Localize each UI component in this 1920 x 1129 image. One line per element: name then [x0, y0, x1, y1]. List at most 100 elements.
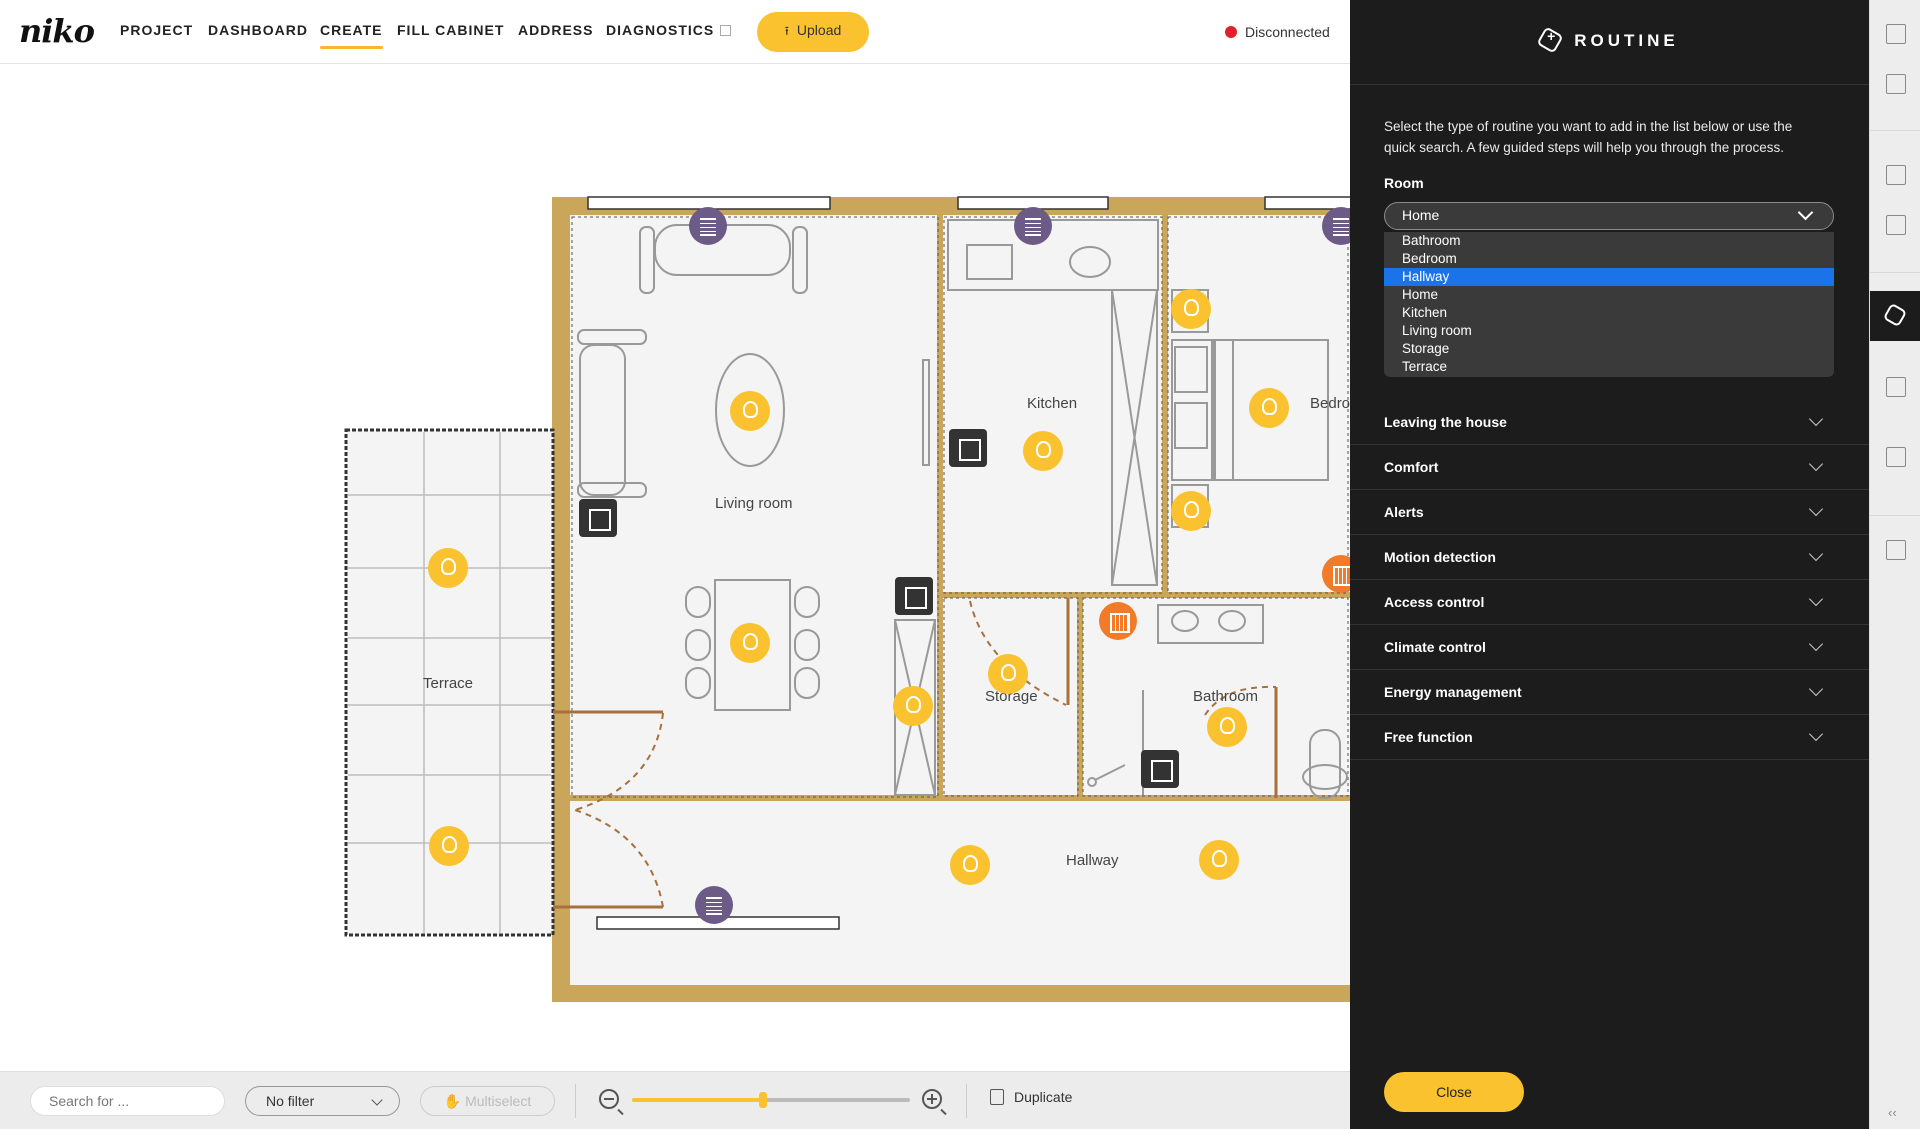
- room-option-terrace[interactable]: Terrace: [1384, 358, 1834, 376]
- routine-tab[interactable]: [1870, 291, 1920, 341]
- niko-logo[interactable]: niko: [19, 12, 95, 50]
- room-label-living-room[interactable]: Living room: [715, 495, 793, 512]
- light-bulb-icon[interactable]: [1199, 840, 1239, 880]
- room-label-kitchen[interactable]: Kitchen: [1027, 395, 1077, 412]
- toolbar-divider: [575, 1084, 576, 1118]
- category-label: Access control: [1384, 594, 1485, 610]
- duplicate-button[interactable]: Duplicate: [990, 1089, 1072, 1105]
- map-icon[interactable]: [1886, 74, 1906, 94]
- nav-project[interactable]: PROJECT: [120, 22, 193, 38]
- room-option-living-room[interactable]: Living room: [1384, 322, 1834, 340]
- room-option-kitchen[interactable]: Kitchen: [1384, 304, 1834, 322]
- filter-select[interactable]: No filter: [245, 1086, 400, 1116]
- light-bulb-icon[interactable]: [1171, 491, 1211, 531]
- room-label-hallway[interactable]: Hallway: [1066, 852, 1119, 869]
- routine-panel: ROUTINE Select the type of routine you w…: [1350, 0, 1869, 1129]
- category-comfort[interactable]: Comfort: [1350, 445, 1869, 490]
- close-button[interactable]: Close: [1384, 1072, 1524, 1112]
- nav-create[interactable]: CREATE: [320, 22, 383, 49]
- light-bulb-icon[interactable]: [1207, 707, 1247, 747]
- light-bulb-icon[interactable]: [1249, 388, 1289, 428]
- collapse-icon[interactable]: ‹‹: [1888, 1105, 1897, 1120]
- switch-icon[interactable]: [895, 577, 933, 615]
- multiselect-button[interactable]: ✋ Multiselect: [420, 1086, 555, 1116]
- switch-icon[interactable]: [949, 429, 987, 467]
- blinds-icon[interactable]: [695, 886, 733, 924]
- blinds-icon[interactable]: [1014, 207, 1052, 245]
- connections-icon[interactable]: [1886, 377, 1906, 397]
- category-motion-detection[interactable]: Motion detection: [1350, 535, 1869, 580]
- zoom-slider-handle[interactable]: [758, 1092, 767, 1108]
- category-leaving-the-house[interactable]: Leaving the house: [1350, 400, 1869, 445]
- room-option-bathroom[interactable]: Bathroom: [1384, 232, 1834, 250]
- multiselect-label: Multiselect: [465, 1093, 532, 1109]
- panel-title-text: ROUTINE: [1574, 31, 1679, 50]
- toolbar-divider: [966, 1084, 967, 1118]
- sidebar-divider: [1870, 272, 1920, 273]
- room-label-bedroom[interactable]: Bedro: [1310, 395, 1350, 412]
- top-navigation: niko PROJECT DASHBOARD CREATE FILL CABIN…: [0, 0, 1350, 64]
- category-label: Energy management: [1384, 684, 1522, 700]
- sidebar-divider: [1870, 515, 1920, 516]
- upload-label: Upload: [796, 21, 842, 38]
- add-device-icon[interactable]: [1886, 165, 1906, 185]
- room-option-storage[interactable]: Storage: [1384, 340, 1834, 358]
- blinds-icon[interactable]: [689, 207, 727, 245]
- chevron-down-icon: [1797, 204, 1814, 221]
- calendar-icon[interactable]: [1886, 447, 1906, 467]
- floorplan-canvas[interactable]: Living room Kitchen Bedro Terrace Storag…: [0, 65, 1350, 1071]
- zoom-in-icon[interactable]: [922, 1089, 947, 1116]
- floorplan-drawing: [344, 196, 1350, 1002]
- category-label: Comfort: [1384, 459, 1439, 475]
- light-bulb-icon[interactable]: [429, 826, 469, 866]
- room-option-hallway[interactable]: Hallway: [1384, 268, 1834, 286]
- light-bulb-icon[interactable]: [730, 623, 770, 663]
- room-option-home[interactable]: Home: [1384, 286, 1834, 304]
- light-bulb-icon[interactable]: [730, 391, 770, 431]
- light-bulb-icon[interactable]: [950, 845, 990, 885]
- category-label: Alerts: [1384, 504, 1424, 520]
- category-climate-control[interactable]: Climate control: [1350, 625, 1869, 670]
- nav-address[interactable]: ADDRESS: [518, 22, 593, 38]
- room-select[interactable]: Home: [1384, 202, 1834, 230]
- nav-dashboard[interactable]: DASHBOARD: [208, 22, 308, 38]
- add-group-icon[interactable]: [1886, 215, 1906, 235]
- right-tool-sidebar: ‹‹: [1869, 0, 1920, 1129]
- routine-add-icon: [1536, 26, 1564, 54]
- light-bulb-icon[interactable]: [893, 686, 933, 726]
- connection-status: Disconnected: [1225, 24, 1330, 40]
- light-bulb-icon[interactable]: [1171, 289, 1211, 329]
- zoom-slider[interactable]: [632, 1092, 910, 1108]
- room-dropdown-list: Bathroom Bedroom Hallway Home Kitchen Li…: [1384, 232, 1834, 377]
- fullscreen-icon[interactable]: [1886, 24, 1906, 44]
- nav-diagnostics-label: DIAGNOSTICS: [606, 22, 715, 38]
- category-label: Climate control: [1384, 639, 1486, 655]
- category-alerts[interactable]: Alerts: [1350, 490, 1869, 535]
- status-text: Disconnected: [1245, 24, 1330, 40]
- light-bulb-icon[interactable]: [428, 548, 468, 588]
- room-label-bathroom[interactable]: Bathroom: [1193, 688, 1258, 705]
- tools-icon[interactable]: [1886, 540, 1906, 560]
- category-energy-management[interactable]: Energy management: [1350, 670, 1869, 715]
- category-free-function[interactable]: Free function: [1350, 715, 1869, 760]
- switch-icon[interactable]: [579, 499, 617, 537]
- search-input[interactable]: [30, 1086, 225, 1116]
- category-label: Motion detection: [1384, 549, 1496, 565]
- heater-icon[interactable]: [1099, 602, 1137, 640]
- light-bulb-icon[interactable]: [1023, 431, 1063, 471]
- upload-button[interactable]: ⭱ Upload: [757, 12, 869, 52]
- room-select-value: Home: [1402, 207, 1440, 223]
- panel-description: Select the type of routine you want to a…: [1384, 119, 1793, 155]
- light-bulb-icon[interactable]: [988, 654, 1028, 694]
- category-label: Free function: [1384, 729, 1473, 745]
- nav-diagnostics[interactable]: DIAGNOSTICS: [606, 22, 732, 38]
- nav-fill-cabinet[interactable]: FILL CABINET: [397, 22, 504, 38]
- chevron-down-icon: [1808, 546, 1824, 562]
- zoom-out-icon[interactable]: [599, 1089, 624, 1116]
- category-access-control[interactable]: Access control: [1350, 580, 1869, 625]
- panel-title: ROUTINE: [1350, 26, 1869, 54]
- room-label-terrace[interactable]: Terrace: [423, 675, 473, 692]
- switch-icon[interactable]: [1141, 750, 1179, 788]
- routine-icon: [1882, 302, 1908, 328]
- room-option-bedroom[interactable]: Bedroom: [1384, 250, 1834, 268]
